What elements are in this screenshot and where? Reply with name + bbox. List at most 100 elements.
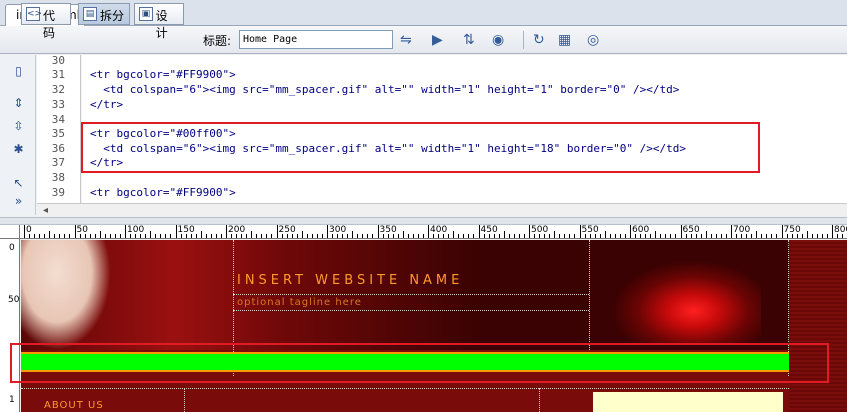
- ruler-minor-tick: [64, 234, 66, 238]
- ruler-minor-tick: [357, 234, 359, 238]
- page-title-input[interactable]: [239, 30, 393, 49]
- ruler-minor-tick: [569, 234, 571, 238]
- ruler-minor-tick: [761, 234, 763, 238]
- ruler-minor-tick: [710, 234, 712, 238]
- ruler-minor-tick: [655, 231, 657, 238]
- design-canvas[interactable]: INSERT WEBSITE NAME optional tagline her…: [21, 240, 847, 412]
- ruler-minor-tick: [231, 234, 233, 238]
- ruler-minor-tick: [589, 234, 591, 238]
- ruler-minor-tick: [705, 231, 707, 238]
- ruler-minor-tick: [397, 234, 399, 238]
- ruler-minor-tick: [190, 234, 192, 238]
- site-name-heading[interactable]: INSERT WEBSITE NAME: [237, 273, 463, 288]
- table-cell-outline: [21, 388, 789, 389]
- ruler-minor-tick: [291, 234, 293, 238]
- ruler-minor-tick: [725, 234, 727, 238]
- ruler-minor-tick: [362, 234, 364, 238]
- ruler-minor-tick: [473, 234, 475, 238]
- table-cell-outline: [184, 388, 185, 412]
- ruler-minor-tick: [195, 234, 197, 238]
- ruler-minor-tick: [438, 234, 440, 238]
- code-line[interactable]: <td colspan="6"><img src="mm_spacer.gif"…: [90, 83, 679, 96]
- ruler-minor-tick: [523, 234, 525, 238]
- ruler-minor-tick: [311, 234, 313, 238]
- ruler-tick: [579, 225, 581, 238]
- ruler-tick: [276, 225, 278, 238]
- ruler-minor-tick: [619, 234, 621, 238]
- ruler-minor-tick: [544, 234, 546, 238]
- ruler-minor-tick: [54, 234, 56, 238]
- expand-all-icon[interactable]: ✱: [12, 143, 25, 156]
- design-view-button[interactable]: ▣ 设计: [134, 3, 184, 40]
- ruler-tick: [529, 225, 530, 238]
- ruler-minor-tick: [422, 234, 424, 238]
- collapse-tag-icon[interactable]: ⇕: [12, 97, 25, 110]
- ruler-minor-tick: [407, 234, 409, 238]
- ruler-minor-tick: [756, 231, 758, 238]
- ruler-minor-tick: [347, 234, 349, 238]
- validate-icon[interactable]: ▶: [432, 31, 443, 49]
- ruler-minor-tick: [796, 234, 798, 238]
- split-view-button[interactable]: ▤ 拆分: [78, 3, 130, 25]
- ruler-minor-tick: [296, 234, 298, 238]
- line-number: 36: [51, 142, 65, 155]
- ruler-vertical: 0 50 1: [0, 239, 20, 412]
- code-line[interactable]: </tr>: [90, 98, 123, 111]
- code-view-icon: <>: [26, 7, 43, 21]
- browser-check-icon[interactable]: ⇋: [400, 31, 412, 49]
- open-documents-icon[interactable]: ▯: [12, 65, 25, 78]
- ruler-minor-tick: [119, 234, 121, 238]
- horizontal-scrollbar[interactable]: ◂: [37, 203, 847, 217]
- ruler-minor-tick: [574, 234, 576, 238]
- ruler-minor-tick: [170, 234, 172, 238]
- ruler-minor-tick: [79, 234, 81, 238]
- ruler-minor-tick: [246, 234, 248, 238]
- ruler-minor-tick: [534, 234, 536, 238]
- ruler-minor-tick: [599, 234, 601, 238]
- nav-link-about-us[interactable]: ABOUT US: [44, 400, 104, 411]
- ruler-minor-tick: [150, 231, 152, 238]
- ruler-minor-tick: [29, 234, 31, 238]
- file-management-icon[interactable]: ⇅: [463, 31, 475, 49]
- ruler-minor-tick: [715, 234, 717, 238]
- collapse-selection-icon[interactable]: ⇳: [12, 120, 25, 133]
- select-parent-tag-icon[interactable]: ↖: [12, 177, 25, 190]
- ruler-minor-tick: [185, 234, 187, 238]
- ruler-minor-tick: [443, 234, 445, 238]
- line-number: 35: [51, 127, 65, 140]
- ruler-minor-tick: [417, 234, 419, 238]
- ruler-minor-tick: [736, 234, 738, 238]
- ruler-minor-tick: [801, 234, 803, 238]
- ruler-minor-tick: [205, 234, 207, 238]
- code-highlight-box: [81, 122, 760, 173]
- code-line[interactable]: <tr bgcolor="#FF9900">: [90, 68, 236, 81]
- ruler-minor-tick: [49, 231, 51, 238]
- visual-aids-icon[interactable]: ◎: [587, 31, 599, 49]
- ruler-minor-tick: [594, 234, 596, 238]
- view-options-icon[interactable]: ▦: [558, 31, 571, 49]
- content-cell-cream[interactable]: [593, 392, 783, 412]
- ruler-tick: [680, 225, 682, 238]
- ruler-label: 50: [76, 225, 88, 235]
- line-number: 32: [51, 83, 65, 96]
- refresh-icon[interactable]: ↻: [533, 31, 545, 49]
- ruler-minor-tick: [771, 234, 773, 238]
- code-view-button[interactable]: <> 代码: [21, 3, 71, 40]
- code-line[interactable]: <tr bgcolor="#FF9900">: [90, 186, 236, 199]
- ruler-minor-tick: [498, 234, 500, 238]
- ruler-minor-tick: [387, 234, 389, 238]
- more-tools-icon[interactable]: »: [12, 195, 25, 208]
- ruler-corner: [0, 225, 20, 239]
- ruler-minor-tick: [458, 234, 460, 238]
- ruler-tick: [24, 225, 25, 238]
- ruler-minor-tick: [59, 234, 61, 238]
- site-tagline[interactable]: optional tagline here: [237, 297, 362, 308]
- split-divider[interactable]: [0, 217, 847, 225]
- ruler-minor-tick: [806, 231, 808, 238]
- ruler-minor-tick: [837, 234, 839, 238]
- ruler-minor-tick: [493, 234, 495, 238]
- ruler-minor-tick: [155, 234, 157, 238]
- line-number: 34: [51, 113, 65, 126]
- preview-browser-icon[interactable]: ◉: [492, 31, 504, 49]
- ruler-minor-tick: [140, 234, 142, 238]
